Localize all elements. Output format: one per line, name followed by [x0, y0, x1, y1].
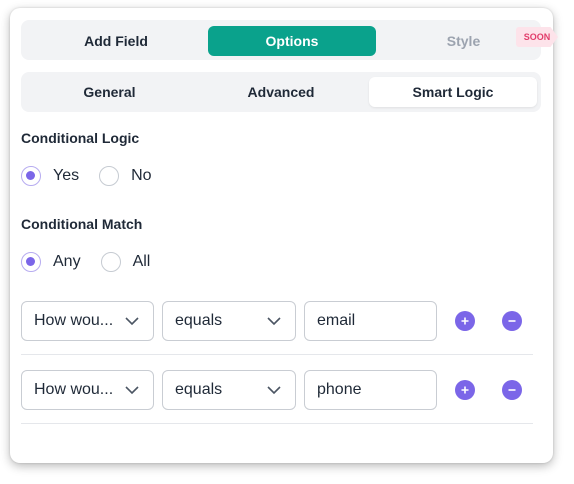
- operator-select-value: equals: [175, 312, 223, 329]
- chevron-down-icon: [267, 386, 281, 395]
- radio-any[interactable]: [21, 252, 41, 272]
- field-select-value: How wou...: [34, 312, 114, 329]
- tab-general[interactable]: General: [26, 77, 193, 107]
- radio-option-any[interactable]: Any: [21, 252, 81, 272]
- condition-rule-row: How wou... equals: [21, 370, 533, 410]
- sub-tab-bar: General Advanced Smart Logic: [21, 72, 541, 112]
- soon-badge: SOON: [516, 27, 558, 47]
- value-input[interactable]: [304, 301, 437, 341]
- tab-smart-logic[interactable]: Smart Logic: [369, 77, 537, 107]
- field-select[interactable]: How wou...: [21, 301, 154, 341]
- plus-icon: [461, 386, 469, 394]
- operator-select[interactable]: equals: [162, 370, 296, 410]
- rule-divider: [21, 354, 533, 355]
- minus-icon: [508, 320, 516, 322]
- operator-select-value: equals: [175, 381, 223, 398]
- rule-divider: [21, 423, 533, 424]
- conditional-match-label: Conditional Match: [21, 216, 143, 232]
- remove-rule-button[interactable]: [502, 311, 522, 331]
- chevron-down-icon: [267, 317, 281, 326]
- radio-yes-label: Yes: [53, 167, 80, 184]
- conditional-match-radio-group: Any All: [21, 252, 170, 272]
- field-settings-panel: Add Field Options Style SOON General Adv…: [10, 8, 558, 463]
- radio-all[interactable]: [100, 252, 121, 272]
- conditional-logic-label: Conditional Logic: [21, 130, 140, 146]
- conditional-logic-radio-group: Yes No: [21, 166, 172, 186]
- value-input[interactable]: [304, 370, 437, 410]
- chevron-down-icon: [125, 386, 139, 395]
- radio-option-yes[interactable]: Yes: [21, 166, 79, 186]
- chevron-down-icon: [125, 317, 139, 326]
- radio-option-no[interactable]: No: [99, 166, 152, 186]
- radio-no[interactable]: [99, 166, 120, 186]
- add-rule-button[interactable]: [455, 380, 475, 400]
- condition-rule-row: How wou... equals: [21, 301, 533, 341]
- tab-add-field[interactable]: Add Field: [31, 26, 201, 56]
- operator-select[interactable]: equals: [162, 301, 296, 341]
- radio-any-label: Any: [53, 253, 81, 270]
- radio-option-all[interactable]: All: [100, 252, 151, 272]
- remove-rule-button[interactable]: [502, 380, 522, 400]
- radio-all-label: All: [132, 253, 151, 270]
- radio-no-label: No: [131, 167, 152, 184]
- field-select[interactable]: How wou...: [21, 370, 154, 410]
- radio-yes[interactable]: [21, 166, 41, 186]
- add-rule-button[interactable]: [455, 311, 475, 331]
- field-select-value: How wou...: [34, 381, 114, 398]
- top-tab-bar: Add Field Options Style SOON: [21, 20, 558, 60]
- plus-icon: [461, 317, 469, 325]
- tab-options[interactable]: Options: [208, 26, 376, 56]
- minus-icon: [508, 389, 516, 391]
- tab-advanced[interactable]: Advanced: [196, 77, 366, 107]
